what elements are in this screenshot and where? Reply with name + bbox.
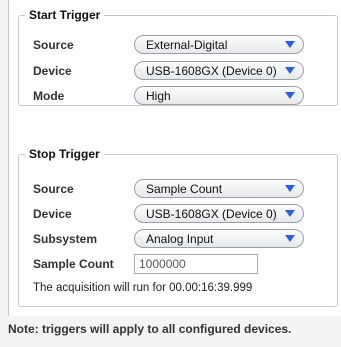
start-trigger-title: Start Trigger (29, 8, 101, 22)
start-mode-value: High (146, 88, 171, 103)
chevron-down-icon (285, 210, 295, 217)
chevron-down-icon (285, 185, 295, 192)
stop-subsystem-dropdown[interactable]: Analog Input (134, 229, 304, 248)
stop-trigger-group: Stop Trigger Source Sample Count Device … (18, 147, 338, 307)
start-source-dropdown[interactable]: External-Digital (134, 35, 304, 54)
stop-device-row: Device (33, 203, 121, 225)
chevron-down-icon (285, 67, 295, 74)
chevron-down-icon (285, 41, 295, 48)
stop-subsystem-value: Analog Input (146, 231, 214, 246)
start-trigger-group: Start Trigger Source External-Digital De… (18, 8, 338, 106)
sample-count-input[interactable] (134, 254, 258, 274)
stop-device-dropdown[interactable]: USB-1608GX (Device 0) (134, 204, 304, 223)
start-source-label: Source (33, 38, 74, 52)
stop-source-row: Source (33, 178, 121, 200)
stop-subsystem-label: Subsystem (33, 232, 98, 246)
start-device-value: USB-1608GX (Device 0) (146, 63, 277, 78)
stop-source-dropdown[interactable]: Sample Count (134, 179, 304, 198)
stop-source-value: Sample Count (146, 181, 223, 196)
sample-count-label: Sample Count (33, 257, 114, 271)
chevron-down-icon (285, 92, 295, 99)
start-source-row: Source (33, 34, 121, 56)
stop-device-label: Device (33, 207, 72, 221)
start-device-dropdown[interactable]: USB-1608GX (Device 0) (134, 61, 304, 80)
stop-device-value: USB-1608GX (Device 0) (146, 206, 277, 221)
start-source-value: External-Digital (146, 37, 228, 52)
note-text: Note: triggers will apply to all configu… (8, 322, 292, 336)
sample-count-row: Sample Count (33, 253, 121, 275)
chevron-down-icon (285, 235, 295, 242)
start-mode-row: Mode (33, 85, 121, 107)
start-device-label: Device (33, 64, 72, 78)
start-mode-label: Mode (33, 89, 65, 103)
stop-trigger-title: Stop Trigger (29, 147, 100, 161)
stop-source-label: Source (33, 182, 74, 196)
stop-subsystem-row: Subsystem (33, 228, 121, 250)
start-device-row: Device (33, 60, 121, 82)
acquisition-duration-text: The acquisition will run for 00.00:16:39… (33, 282, 253, 294)
start-mode-dropdown[interactable]: High (134, 86, 304, 105)
